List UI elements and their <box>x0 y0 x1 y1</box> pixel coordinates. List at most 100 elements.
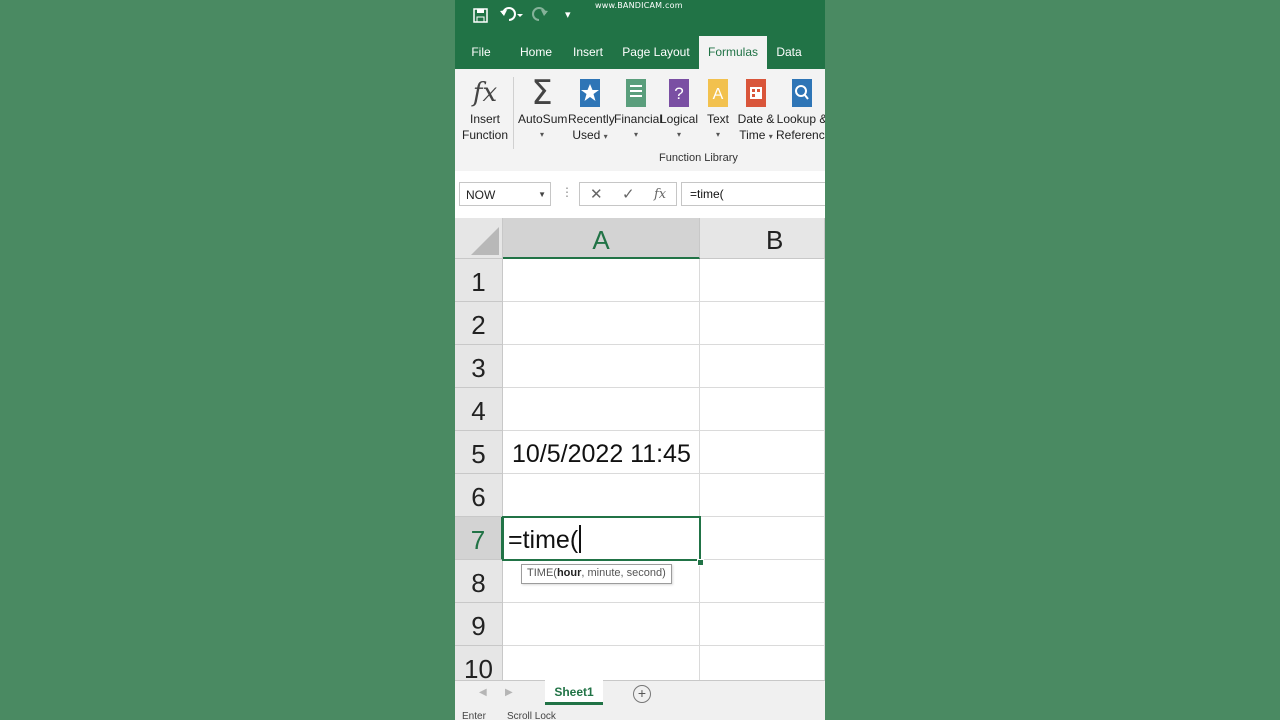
formula-buttons: ✕ ✓ fx <box>579 182 677 206</box>
autosum-button[interactable]: Σ AutoSum ▾ <box>518 73 568 143</box>
next-sheet-icon[interactable]: ▶ <box>505 687 513 698</box>
insert-function-fx-icon[interactable]: fx <box>654 187 666 202</box>
text-button[interactable]: A Text ▾ <box>703 75 733 143</box>
cell-b5[interactable] <box>700 431 825 474</box>
excel-window: ▾ www.BANDICAM.com File Home Insert Page… <box>455 0 825 720</box>
cell-b2[interactable] <box>700 302 825 345</box>
logical-icon: ? <box>658 75 700 111</box>
insert-function-icon: fx <box>472 78 498 108</box>
row-header-4[interactable]: 4 <box>455 388 503 431</box>
chevron-down-icon: ▾ <box>715 130 720 139</box>
ribbon-tabs: File Home Insert Page Layout Formulas Da… <box>455 36 825 69</box>
cell-b6[interactable] <box>700 474 825 517</box>
title-bar: ▾ www.BANDICAM.com <box>455 0 825 36</box>
tooltip-rest-args: , minute, second) <box>581 567 666 579</box>
chevron-down-icon[interactable]: ▼ <box>538 183 546 207</box>
cell-a5[interactable]: 10/5/2022 11:45 <box>503 431 700 474</box>
sheet-tab-bar: ◀ ▶ Sheet1 + <box>455 680 825 708</box>
lookup-reference-label-1: Lookup & <box>776 112 825 126</box>
row-header-1[interactable]: 1 <box>455 259 503 302</box>
financial-icon <box>614 75 658 111</box>
financial-button[interactable]: Financial ▾ <box>614 75 662 143</box>
text-icon: A <box>703 75 733 111</box>
row-header-2[interactable]: 2 <box>455 302 503 345</box>
date-time-label-2-text: Time <box>739 128 766 142</box>
prev-sheet-icon[interactable]: ◀ <box>479 687 487 698</box>
formula-bar-grip-icon[interactable]: ⋮ <box>561 185 573 199</box>
column-header-a[interactable]: A <box>503 218 700 259</box>
customize-qat-icon[interactable]: ▾ <box>565 6 571 24</box>
recently-used-label-2-text: Used <box>572 128 601 142</box>
svg-text:A: A <box>713 86 724 103</box>
cell-b4[interactable] <box>700 388 825 431</box>
function-library-group-label: Function Library <box>659 152 738 164</box>
date-time-icon <box>736 75 776 111</box>
recently-used-button[interactable]: Recently Used ▾ <box>568 75 615 145</box>
date-time-label-2: Time ▾ <box>736 127 776 145</box>
cell-b7[interactable] <box>700 517 825 560</box>
logical-button[interactable]: ? Logical ▾ <box>658 75 700 143</box>
row-header-5[interactable]: 5 <box>455 431 503 474</box>
lookup-reference-icon <box>776 75 825 111</box>
row-header-7[interactable]: 7 <box>455 517 503 560</box>
sheet-tab-sheet1[interactable]: Sheet1 <box>545 680 603 705</box>
tab-data[interactable]: Data <box>773 36 805 69</box>
recently-used-icon <box>568 75 612 111</box>
tab-insert[interactable]: Insert <box>569 36 607 69</box>
add-sheet-icon[interactable]: + <box>633 685 651 703</box>
formula-bar: NOW ▼ ⋮ ✕ ✓ fx =time( <box>455 171 825 218</box>
cell-b3[interactable] <box>700 345 825 388</box>
enter-check-icon[interactable]: ✓ <box>622 185 635 203</box>
undo-icon[interactable] <box>499 6 523 24</box>
redo-icon[interactable] <box>531 6 555 24</box>
cell-b1[interactable] <box>700 259 825 302</box>
text-cursor <box>579 525 582 553</box>
tooltip-current-arg: hour <box>556 567 582 579</box>
tab-file[interactable]: File <box>463 36 499 69</box>
cell-a7-active[interactable]: =time( <box>502 516 701 561</box>
insert-function-button[interactable]: fx Insert Function <box>461 75 509 143</box>
svg-text:?: ? <box>674 84 683 103</box>
cell-a9[interactable] <box>503 603 700 646</box>
autosum-label: AutoSum <box>518 112 568 126</box>
cell-a7-text: =time( <box>508 526 579 554</box>
cell-b9[interactable] <box>700 603 825 646</box>
cell-a2[interactable] <box>503 302 700 345</box>
fill-handle[interactable] <box>697 559 704 566</box>
chevron-down-icon: ▾ <box>633 130 638 139</box>
ribbon: fx Insert Function Σ AutoSum ▾ Recently … <box>455 69 825 172</box>
date-time-label-1: Date & <box>737 112 775 126</box>
select-all-button[interactable] <box>455 218 503 259</box>
chevron-down-icon: ▾ <box>603 132 608 141</box>
row-header-9[interactable]: 9 <box>455 603 503 646</box>
recently-used-label-2: Used ▾ <box>568 127 612 145</box>
row-header-3[interactable]: 3 <box>455 345 503 388</box>
tooltip-function: TIME( <box>527 567 557 579</box>
sigma-icon: Σ <box>531 73 553 113</box>
insert-function-label-1: Insert <box>469 112 500 126</box>
tab-formulas[interactable]: Formulas <box>699 36 767 69</box>
cell-a1[interactable] <box>503 259 700 302</box>
cell-a3[interactable] <box>503 345 700 388</box>
name-box[interactable]: NOW ▼ <box>459 182 551 206</box>
row-header-8[interactable]: 8 <box>455 560 503 603</box>
function-tooltip[interactable]: TIME(hour, minute, second) <box>521 564 672 584</box>
cell-a4[interactable] <box>503 388 700 431</box>
status-scroll-lock: Scroll Lock <box>507 711 556 720</box>
tab-home[interactable]: Home <box>515 36 557 69</box>
name-box-value: NOW <box>466 188 496 202</box>
formula-input[interactable]: =time( <box>681 182 825 206</box>
text-label: Text <box>706 112 729 126</box>
column-header-b[interactable]: B <box>700 218 825 259</box>
cancel-icon[interactable]: ✕ <box>590 185 603 203</box>
lookup-reference-button[interactable]: Lookup & Reference <box>776 75 825 143</box>
select-all-triangle-icon <box>471 227 499 255</box>
recorder-watermark: www.BANDICAM.com <box>595 1 683 10</box>
row-header-6[interactable]: 6 <box>455 474 503 517</box>
cell-b8[interactable] <box>700 560 825 603</box>
cell-a6[interactable] <box>503 474 700 517</box>
date-time-button[interactable]: Date & Time ▾ <box>736 75 776 145</box>
chevron-down-icon: ▾ <box>539 130 544 139</box>
save-icon[interactable] <box>473 8 488 23</box>
tab-page-layout[interactable]: Page Layout <box>619 36 693 69</box>
